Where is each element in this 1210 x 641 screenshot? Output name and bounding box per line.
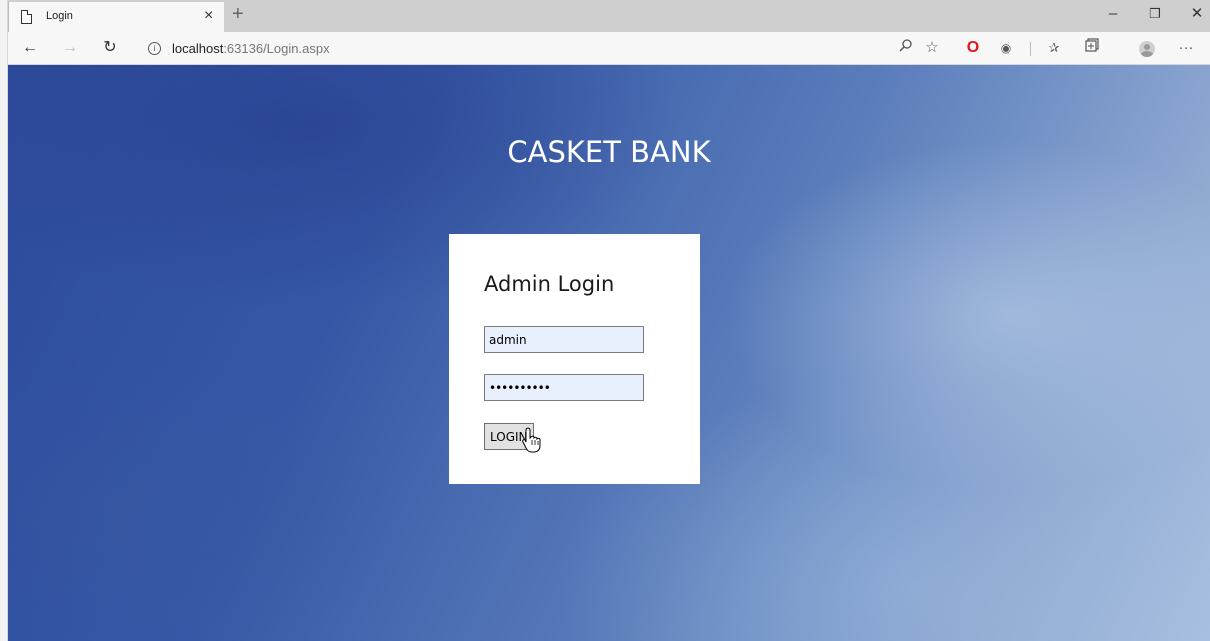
favorite-star-icon[interactable]: ☆ (922, 38, 942, 58)
extension-icon[interactable]: ◉ (996, 38, 1016, 58)
login-card: Admin Login LOGIN (449, 234, 700, 484)
restore-button[interactable]: ❐ (1143, 4, 1167, 24)
navigation-bar: ← → ↻ i localhost:63136/Login.aspx ☆ O ◉… (8, 32, 1210, 65)
zoom-icon[interactable] (896, 38, 916, 58)
toolbar-divider (1030, 42, 1031, 56)
password-input[interactable] (484, 374, 644, 401)
close-window-button[interactable]: ✕ (1185, 4, 1209, 24)
username-input[interactable] (484, 326, 644, 353)
address-bar[interactable]: i localhost:63136/Login.aspx (140, 36, 880, 61)
forward-button[interactable]: → (60, 38, 80, 58)
tab-title: Login (46, 10, 73, 22)
opera-icon[interactable]: O (963, 38, 983, 58)
info-icon[interactable]: i (148, 42, 161, 55)
url-path: :63136/Login.aspx (223, 41, 330, 56)
favorites-bar-icon[interactable]: ✰ (1044, 38, 1064, 58)
tab-bar: Login × + – ❐ ✕ (8, 0, 1210, 32)
window-left-edge (0, 0, 8, 641)
collections-icon[interactable] (1082, 38, 1102, 58)
new-tab-button[interactable]: + (232, 3, 244, 25)
login-heading: Admin Login (484, 272, 615, 296)
page-icon (21, 10, 32, 24)
tab-close-button[interactable]: × (204, 7, 213, 25)
tab-login[interactable]: Login × (8, 2, 224, 32)
url-host: localhost (172, 41, 224, 56)
minimize-button[interactable]: – (1101, 4, 1125, 24)
more-menu-icon[interactable]: ··· (1176, 38, 1196, 58)
page-content: CASKET BANK Admin Login LOGIN (8, 65, 1210, 641)
back-button[interactable]: ← (20, 38, 40, 58)
hand-cursor-icon (522, 427, 541, 453)
profile-avatar-icon[interactable] (1139, 41, 1155, 57)
url-text[interactable]: localhost:63136/Login.aspx (172, 41, 330, 56)
site-title: CASKET BANK (507, 135, 711, 169)
refresh-button[interactable]: ↻ (100, 38, 120, 58)
